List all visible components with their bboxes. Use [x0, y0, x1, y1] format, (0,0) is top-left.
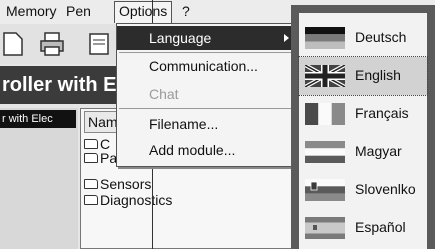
menu-item-language[interactable]: Language: [117, 26, 295, 50]
window-title: roller with E: [2, 74, 117, 96]
menu-separator: [119, 108, 293, 109]
french-flag-icon: [305, 103, 345, 125]
document-text-icon[interactable]: [84, 30, 112, 58]
language-submenu: Deutsch English Français Magyar Slovenlk…: [291, 5, 435, 249]
menu-separator: [119, 52, 293, 53]
left-panel: [0, 108, 78, 249]
folder-icon: [84, 179, 98, 189]
new-document-icon[interactable]: [0, 30, 28, 58]
folder-icon: [84, 195, 98, 205]
menu-help[interactable]: ?: [182, 3, 190, 19]
toolbar: [0, 24, 122, 64]
hungarian-flag-icon: [305, 141, 345, 163]
language-item-english[interactable]: English: [298, 56, 428, 96]
printer-icon[interactable]: [38, 30, 66, 58]
language-item-magyar[interactable]: Magyar: [299, 133, 427, 171]
uk-flag-icon: [305, 65, 345, 87]
menu-item-filename[interactable]: Filename...: [117, 112, 295, 136]
tree-item[interactable]: Diagnostics: [84, 192, 172, 208]
window-title-band: roller with E: [0, 66, 122, 104]
submenu-arrow-icon: [284, 34, 289, 42]
language-item-slovenlko[interactable]: Slovenlko: [299, 171, 427, 209]
menu-memory[interactable]: Memory: [6, 3, 57, 19]
language-list: Deutsch English Français Magyar Slovenlk…: [298, 13, 428, 249]
left-panel-label[interactable]: r with Elec: [0, 110, 76, 128]
menu-pen[interactable]: Pen: [66, 3, 91, 19]
language-item-espanol[interactable]: Español: [299, 209, 427, 247]
language-item-deutsch[interactable]: Deutsch: [299, 19, 427, 57]
tree-item[interactable]: Sensors: [84, 176, 151, 192]
folder-icon: [84, 153, 98, 163]
language-item-francais[interactable]: Français: [299, 95, 427, 133]
menu-item-add-module[interactable]: Add module...: [117, 138, 295, 162]
menu-options[interactable]: Options: [114, 1, 173, 23]
slovenian-flag-icon: [305, 179, 345, 201]
folder-icon: [84, 139, 98, 149]
spanish-flag-icon: [305, 217, 345, 239]
menu-item-chat: Chat: [149, 86, 179, 102]
menu-item-communication[interactable]: Communication...: [117, 54, 295, 78]
german-flag-icon: [305, 27, 345, 49]
options-menu: Language Communication... Chat Filename.…: [116, 23, 296, 167]
